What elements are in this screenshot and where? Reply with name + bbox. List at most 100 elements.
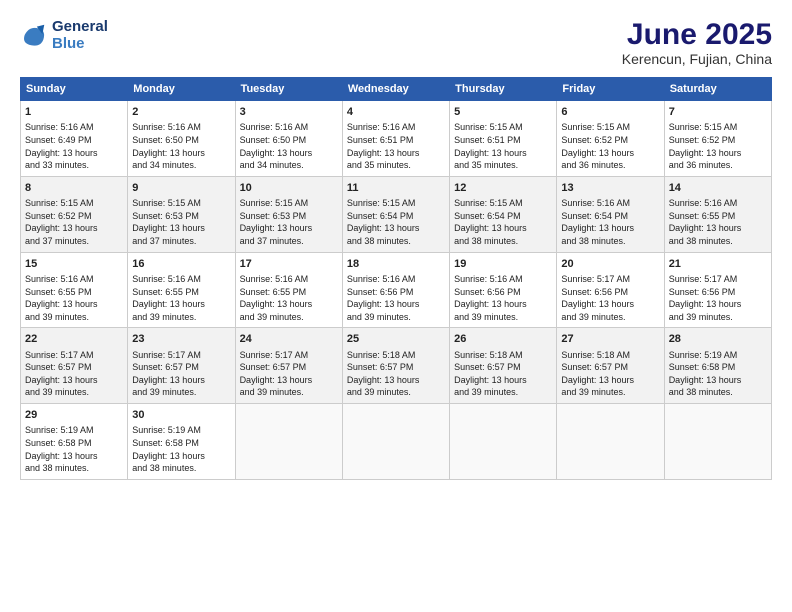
day-info-line: and 34 minutes. [240, 159, 338, 172]
col-header-wednesday: Wednesday [342, 78, 449, 101]
day-info-line: Daylight: 13 hours [240, 147, 338, 160]
day-info-line: Sunset: 6:58 PM [25, 437, 123, 450]
day-cell: 21Sunrise: 5:17 AMSunset: 6:56 PMDayligh… [664, 252, 771, 328]
day-cell: 10Sunrise: 5:15 AMSunset: 6:53 PMDayligh… [235, 176, 342, 252]
day-info-line: Daylight: 13 hours [132, 222, 230, 235]
day-info-line: and 38 minutes. [669, 386, 767, 399]
day-number: 14 [669, 181, 767, 196]
day-info-line: and 38 minutes. [561, 235, 659, 248]
main-title: June 2025 [622, 18, 772, 51]
day-info-line: Daylight: 13 hours [454, 374, 552, 387]
day-number: 5 [454, 105, 552, 120]
day-info-line: Sunrise: 5:16 AM [561, 197, 659, 210]
day-info-line: Sunrise: 5:15 AM [347, 197, 445, 210]
day-number: 29 [25, 408, 123, 423]
week-row-1: 1Sunrise: 5:16 AMSunset: 6:49 PMDaylight… [21, 101, 772, 177]
day-cell: 26Sunrise: 5:18 AMSunset: 6:57 PMDayligh… [450, 328, 557, 404]
day-number: 22 [25, 332, 123, 347]
day-info-line: and 38 minutes. [454, 235, 552, 248]
day-info-line: Sunset: 6:50 PM [240, 134, 338, 147]
day-info-line: Sunset: 6:50 PM [132, 134, 230, 147]
day-number: 17 [240, 257, 338, 272]
day-info-line: Sunrise: 5:17 AM [669, 273, 767, 286]
logo-icon [20, 21, 48, 49]
day-cell: 9Sunrise: 5:15 AMSunset: 6:53 PMDaylight… [128, 176, 235, 252]
day-number: 20 [561, 257, 659, 272]
day-info-line: Sunset: 6:52 PM [25, 210, 123, 223]
day-info-line: Daylight: 13 hours [240, 222, 338, 235]
day-number: 27 [561, 332, 659, 347]
day-number: 13 [561, 181, 659, 196]
day-info-line: Sunrise: 5:16 AM [240, 121, 338, 134]
day-info-line: Sunrise: 5:19 AM [25, 424, 123, 437]
day-info-line: Sunset: 6:52 PM [669, 134, 767, 147]
day-info-line: Sunset: 6:55 PM [25, 286, 123, 299]
day-info-line: Sunset: 6:57 PM [240, 361, 338, 374]
day-info-line: Daylight: 13 hours [669, 298, 767, 311]
logo-text: General Blue [52, 18, 108, 53]
day-info-line: Sunset: 6:57 PM [132, 361, 230, 374]
week-row-5: 29Sunrise: 5:19 AMSunset: 6:58 PMDayligh… [21, 404, 772, 480]
day-info-line: Daylight: 13 hours [561, 374, 659, 387]
day-info-line: Daylight: 13 hours [561, 147, 659, 160]
day-cell [557, 404, 664, 480]
day-info-line: Daylight: 13 hours [25, 147, 123, 160]
day-info-line: and 39 minutes. [132, 311, 230, 324]
day-cell: 22Sunrise: 5:17 AMSunset: 6:57 PMDayligh… [21, 328, 128, 404]
day-info-line: and 39 minutes. [25, 386, 123, 399]
day-number: 18 [347, 257, 445, 272]
day-info-line: Daylight: 13 hours [132, 147, 230, 160]
day-info-line: Daylight: 13 hours [240, 298, 338, 311]
day-info-line: and 38 minutes. [132, 462, 230, 475]
day-info-line: and 39 minutes. [240, 311, 338, 324]
day-info-line: and 37 minutes. [132, 235, 230, 248]
day-number: 9 [132, 181, 230, 196]
day-info-line: and 37 minutes. [240, 235, 338, 248]
day-cell: 25Sunrise: 5:18 AMSunset: 6:57 PMDayligh… [342, 328, 449, 404]
day-cell: 7Sunrise: 5:15 AMSunset: 6:52 PMDaylight… [664, 101, 771, 177]
day-info-line: Sunrise: 5:15 AM [454, 121, 552, 134]
day-info-line: Daylight: 13 hours [25, 450, 123, 463]
day-info-line: and 38 minutes. [347, 235, 445, 248]
day-info-line: Daylight: 13 hours [561, 298, 659, 311]
day-info-line: Daylight: 13 hours [347, 374, 445, 387]
day-cell: 12Sunrise: 5:15 AMSunset: 6:54 PMDayligh… [450, 176, 557, 252]
day-info-line: Sunset: 6:55 PM [669, 210, 767, 223]
day-info-line: Daylight: 13 hours [240, 374, 338, 387]
day-cell: 20Sunrise: 5:17 AMSunset: 6:56 PMDayligh… [557, 252, 664, 328]
col-header-sunday: Sunday [21, 78, 128, 101]
day-info-line: and 39 minutes. [669, 311, 767, 324]
day-cell: 28Sunrise: 5:19 AMSunset: 6:58 PMDayligh… [664, 328, 771, 404]
day-number: 3 [240, 105, 338, 120]
day-info-line: Sunset: 6:55 PM [132, 286, 230, 299]
day-info-line: Sunset: 6:57 PM [25, 361, 123, 374]
day-info-line: Sunrise: 5:16 AM [454, 273, 552, 286]
day-info-line: and 39 minutes. [132, 386, 230, 399]
day-info-line: Sunset: 6:57 PM [347, 361, 445, 374]
day-info-line: Daylight: 13 hours [669, 374, 767, 387]
day-number: 28 [669, 332, 767, 347]
day-info-line: and 35 minutes. [347, 159, 445, 172]
day-info-line: Sunrise: 5:15 AM [240, 197, 338, 210]
day-info-line: Sunrise: 5:15 AM [454, 197, 552, 210]
day-info-line: Sunrise: 5:17 AM [25, 349, 123, 362]
day-info-line: and 39 minutes. [454, 311, 552, 324]
day-number: 16 [132, 257, 230, 272]
col-header-thursday: Thursday [450, 78, 557, 101]
day-info-line: Daylight: 13 hours [454, 222, 552, 235]
day-cell: 27Sunrise: 5:18 AMSunset: 6:57 PMDayligh… [557, 328, 664, 404]
day-info-line: Daylight: 13 hours [347, 222, 445, 235]
day-info-line: Sunrise: 5:18 AM [347, 349, 445, 362]
day-info-line: Sunrise: 5:18 AM [561, 349, 659, 362]
day-info-line: Sunrise: 5:19 AM [132, 424, 230, 437]
day-info-line: Sunset: 6:53 PM [132, 210, 230, 223]
day-info-line: Sunset: 6:54 PM [347, 210, 445, 223]
page: General Blue June 2025 Kerencun, Fujian,… [0, 0, 792, 612]
day-info-line: Sunrise: 5:16 AM [347, 121, 445, 134]
day-info-line: Daylight: 13 hours [347, 147, 445, 160]
day-cell: 3Sunrise: 5:16 AMSunset: 6:50 PMDaylight… [235, 101, 342, 177]
day-number: 24 [240, 332, 338, 347]
week-row-4: 22Sunrise: 5:17 AMSunset: 6:57 PMDayligh… [21, 328, 772, 404]
day-info-line: Sunrise: 5:17 AM [132, 349, 230, 362]
day-info-line: Daylight: 13 hours [132, 450, 230, 463]
